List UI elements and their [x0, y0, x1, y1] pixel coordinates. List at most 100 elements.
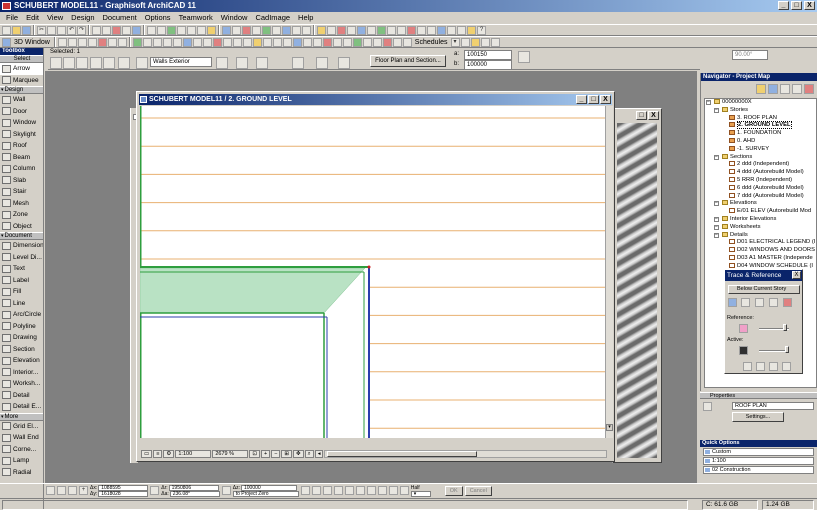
expand-toggle-icon[interactable]: − [714, 107, 719, 113]
hatch-icon[interactable] [417, 25, 426, 35]
bg-maximize-button[interactable]: □ [636, 111, 647, 120]
tool-marquee[interactable]: Marquee [0, 75, 43, 87]
export-icon[interactable] [490, 37, 500, 47]
curtain-icon[interactable] [392, 37, 402, 47]
tool-interior[interactable]: Interior... [0, 367, 43, 379]
wall-straight-icon[interactable] [63, 57, 75, 69]
trace-close-button[interactable]: X [792, 271, 801, 279]
bg-close-button[interactable]: X [648, 111, 659, 120]
distribute-icon[interactable] [342, 37, 352, 47]
expand-toggle-icon[interactable]: − [706, 100, 711, 105]
stretch-icon[interactable] [202, 37, 212, 47]
lock-icon[interactable] [292, 37, 302, 47]
paste-icon[interactable] [57, 25, 66, 35]
align-icon[interactable] [332, 37, 342, 47]
explode-icon[interactable] [352, 37, 362, 47]
tree-item[interactable]: 0. AHD [705, 137, 816, 146]
tool-drawing[interactable]: Drawing [0, 332, 43, 344]
tree-item[interactable]: −00000000X [705, 99, 816, 107]
object-icon[interactable] [377, 25, 386, 35]
expand-toggle-icon[interactable]: − [714, 216, 719, 222]
worksheet-icon[interactable] [252, 25, 261, 35]
tool-lamp[interactable]: Lamp [0, 455, 43, 467]
quick-option-row[interactable]: Custom [703, 448, 814, 456]
offset-icon[interactable] [252, 37, 262, 47]
cursor-snap-icon[interactable] [366, 486, 376, 495]
profile-section-icon[interactable] [338, 57, 350, 69]
unlock-icon[interactable] [302, 37, 312, 47]
expand-toggle-icon[interactable]: − [714, 201, 719, 207]
material-icon[interactable] [357, 25, 366, 35]
toolbox-section-design[interactable]: ▾ Design [0, 86, 43, 94]
tool-window[interactable]: Window [0, 117, 43, 129]
layout-icon[interactable] [272, 25, 281, 35]
color-icon[interactable] [407, 25, 416, 35]
move-icon[interactable] [152, 37, 162, 47]
tree-item[interactable]: − Elevations [705, 200, 816, 208]
plot-icon[interactable] [302, 25, 311, 35]
tool-detail-e[interactable]: Detail E... [0, 401, 43, 413]
attribute-icon[interactable] [387, 25, 396, 35]
section-icon[interactable] [232, 25, 241, 35]
tool-radial[interactable]: Radial [0, 467, 43, 479]
tool-wall[interactable]: Wall [0, 94, 43, 106]
tree-item[interactable]: 2. GROUND LEVEL [705, 121, 816, 130]
zoom-in-icon[interactable] [57, 37, 67, 47]
menu-help[interactable]: Help [294, 12, 317, 24]
layer-dropdown[interactable]: Walls Exterior [150, 57, 212, 67]
polygon-icon[interactable] [103, 57, 115, 69]
special-snap-icon[interactable] [399, 486, 409, 495]
scroll-down-arrow[interactable]: ▾ [606, 424, 613, 431]
below-current-story-dropdown[interactable]: Below Current Story [728, 285, 800, 294]
trace-option4-icon[interactable] [782, 362, 791, 371]
new-file-icon[interactable] [2, 25, 11, 35]
settings-icon[interactable]: ⚙ [163, 450, 175, 458]
snap-icon[interactable] [157, 25, 166, 35]
organizer-icon[interactable] [804, 83, 814, 94]
tree-item[interactable]: 5 RRR (Independent) [705, 176, 816, 185]
expand-toggle-icon[interactable]: − [714, 224, 719, 230]
redo-icon[interactable]: ↷ [77, 25, 86, 35]
story-name-field[interactable]: ROOF PLAN [732, 402, 814, 410]
z-icon[interactable] [221, 486, 231, 495]
toolbox-section-document[interactable]: ▾ Document [0, 232, 43, 240]
render-icon[interactable] [317, 25, 326, 35]
grid-snap-icon[interactable] [377, 486, 387, 495]
fill-pattern-icon[interactable] [256, 57, 268, 69]
trace-rotate-icon[interactable] [755, 298, 764, 307]
tool-zone[interactable]: Zone [0, 209, 43, 221]
markup-icon[interactable] [457, 25, 466, 35]
tool-door[interactable]: Door [0, 106, 43, 118]
hotlink-icon[interactable] [362, 37, 372, 47]
menu-window[interactable]: Window [217, 12, 252, 24]
publisher-icon[interactable] [792, 83, 802, 94]
composite-icon[interactable] [427, 25, 436, 35]
tree-item[interactable]: 2 ddd (Independent) [705, 161, 816, 169]
wall-curve-icon[interactable] [76, 57, 88, 69]
floor-plan-section-button[interactable]: Floor Plan and Section... [370, 55, 446, 67]
tool-polyline[interactable]: Polyline [0, 321, 43, 333]
scroll-thumb[interactable] [327, 451, 478, 457]
menu-design[interactable]: Design [67, 12, 98, 24]
layer-combo-icon[interactable]: ≡ [153, 450, 163, 458]
menu-options[interactable]: Options [141, 12, 175, 24]
relative-constraint-icon[interactable] [46, 486, 55, 495]
zoom-out-status-icon[interactable]: − [271, 450, 281, 458]
tool-wall-end[interactable]: Wall End [0, 432, 43, 444]
add-icon[interactable]: + [79, 486, 88, 495]
angle-icon[interactable] [518, 51, 530, 63]
tool-skylight[interactable]: Skylight [0, 129, 43, 141]
project-map-icon[interactable] [756, 83, 766, 94]
drag-icon[interactable] [192, 37, 202, 47]
background-window[interactable]: □ X [612, 108, 662, 463]
bring-front-icon[interactable] [312, 37, 322, 47]
wall-material-icon[interactable] [292, 57, 304, 69]
trace-option3-icon[interactable] [769, 362, 778, 371]
intersect-icon[interactable] [242, 37, 252, 47]
tree-item[interactable]: − Interior Elevations [705, 215, 816, 224]
toolbox-section-more[interactable]: ▾ More [0, 412, 43, 421]
trace-switch-icon[interactable] [783, 298, 792, 307]
pan-status-icon[interactable]: ✥ [293, 450, 304, 458]
gravity-icon[interactable] [167, 25, 176, 35]
copy-icon[interactable] [47, 25, 56, 35]
